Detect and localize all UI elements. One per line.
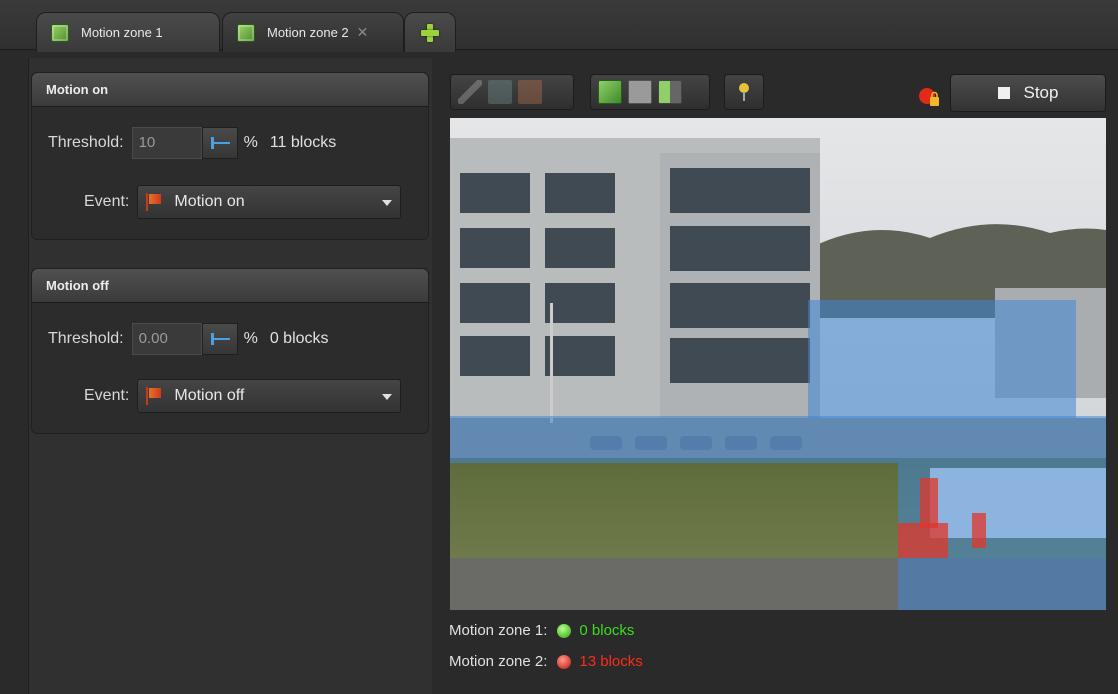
add-tab-button[interactable] (404, 12, 456, 52)
motion-on-group: Motion on Threshold: 10 % 11 blocks Even… (31, 72, 429, 240)
event-dropdown[interactable]: Motion on (137, 185, 402, 219)
threshold-row: Threshold: 0.00 % 0 blocks (48, 323, 329, 355)
recording-lock-icon (917, 85, 941, 109)
plus-icon (421, 23, 439, 42)
flag-icon (146, 387, 162, 405)
stop-icon (997, 87, 1010, 99)
motion-zone-icon (51, 23, 69, 42)
group-header: Motion off (32, 269, 428, 303)
tab-label: Motion zone 1 (81, 25, 163, 40)
settings-panel: Motion on Threshold: 10 % 11 blocks Even… (28, 58, 432, 694)
close-icon[interactable]: ✕ (357, 24, 369, 41)
blocks-count: 0 blocks (269, 330, 329, 347)
threshold-label: Threshold: (48, 134, 124, 151)
status-green-icon (557, 623, 572, 638)
event-value: Motion on (174, 193, 245, 210)
zone-status-2: Motion zone 2: 13 blocks (449, 653, 643, 670)
threshold-row: Threshold: 10 % 11 blocks (48, 127, 336, 159)
percent-unit: % (243, 134, 258, 151)
camera-scene (450, 118, 1106, 610)
fill-icon[interactable] (488, 80, 512, 104)
invert-icon[interactable] (658, 80, 682, 104)
status-red-icon (557, 654, 572, 669)
tab-label: Motion zone 2 (267, 25, 349, 40)
flag-icon (146, 193, 162, 211)
zone-status-1: Motion zone 1: 0 blocks (449, 622, 634, 639)
pencil-icon[interactable] (458, 80, 482, 104)
zone-label: Motion zone 1: (449, 622, 548, 639)
eraser-icon[interactable] (518, 80, 542, 104)
threshold-slider-button[interactable] (201, 127, 238, 159)
group-header: Motion on (32, 73, 428, 107)
zone-tools-group (590, 74, 710, 110)
stop-label: Stop (1023, 83, 1059, 102)
percent-unit: % (243, 330, 258, 347)
tab-strip: Motion zone 1 Motion zone 2 ✕ (0, 0, 1118, 52)
event-row: Event: Motion off (84, 379, 402, 413)
event-label: Event: (84, 193, 130, 210)
threshold-slider-button[interactable] (201, 323, 238, 355)
tab-motion-zone-1[interactable]: Motion zone 1 (36, 12, 220, 52)
threshold-input[interactable]: 10 (131, 127, 202, 159)
zone-blocks: 13 blocks (579, 653, 643, 670)
event-dropdown[interactable]: Motion off (137, 379, 402, 413)
pin-icon[interactable] (732, 80, 756, 104)
zone-blocks: 0 blocks (579, 622, 635, 639)
zone-label: Motion zone 2: (449, 653, 548, 670)
pin-tool-group (724, 74, 764, 110)
tab-motion-zone-2[interactable]: Motion zone 2 ✕ (222, 12, 404, 52)
event-value: Motion off (174, 387, 245, 404)
select-all-icon[interactable] (598, 80, 622, 104)
chevron-down-icon (382, 200, 393, 206)
threshold-input[interactable]: 0.00 (131, 323, 202, 355)
draw-tools-group (450, 74, 574, 110)
motion-off-group: Motion off Threshold: 0.00 % 0 blocks Ev… (31, 268, 429, 434)
clear-icon[interactable] (628, 80, 652, 104)
camera-video-feed[interactable] (450, 118, 1106, 610)
stop-button[interactable]: Stop (950, 74, 1106, 112)
event-label: Event: (84, 387, 130, 404)
blocks-count: 11 blocks (269, 134, 337, 151)
threshold-label: Threshold: (48, 330, 124, 347)
chevron-down-icon (382, 394, 393, 400)
event-row: Event: Motion on (84, 185, 402, 219)
motion-zone-icon (237, 23, 255, 42)
